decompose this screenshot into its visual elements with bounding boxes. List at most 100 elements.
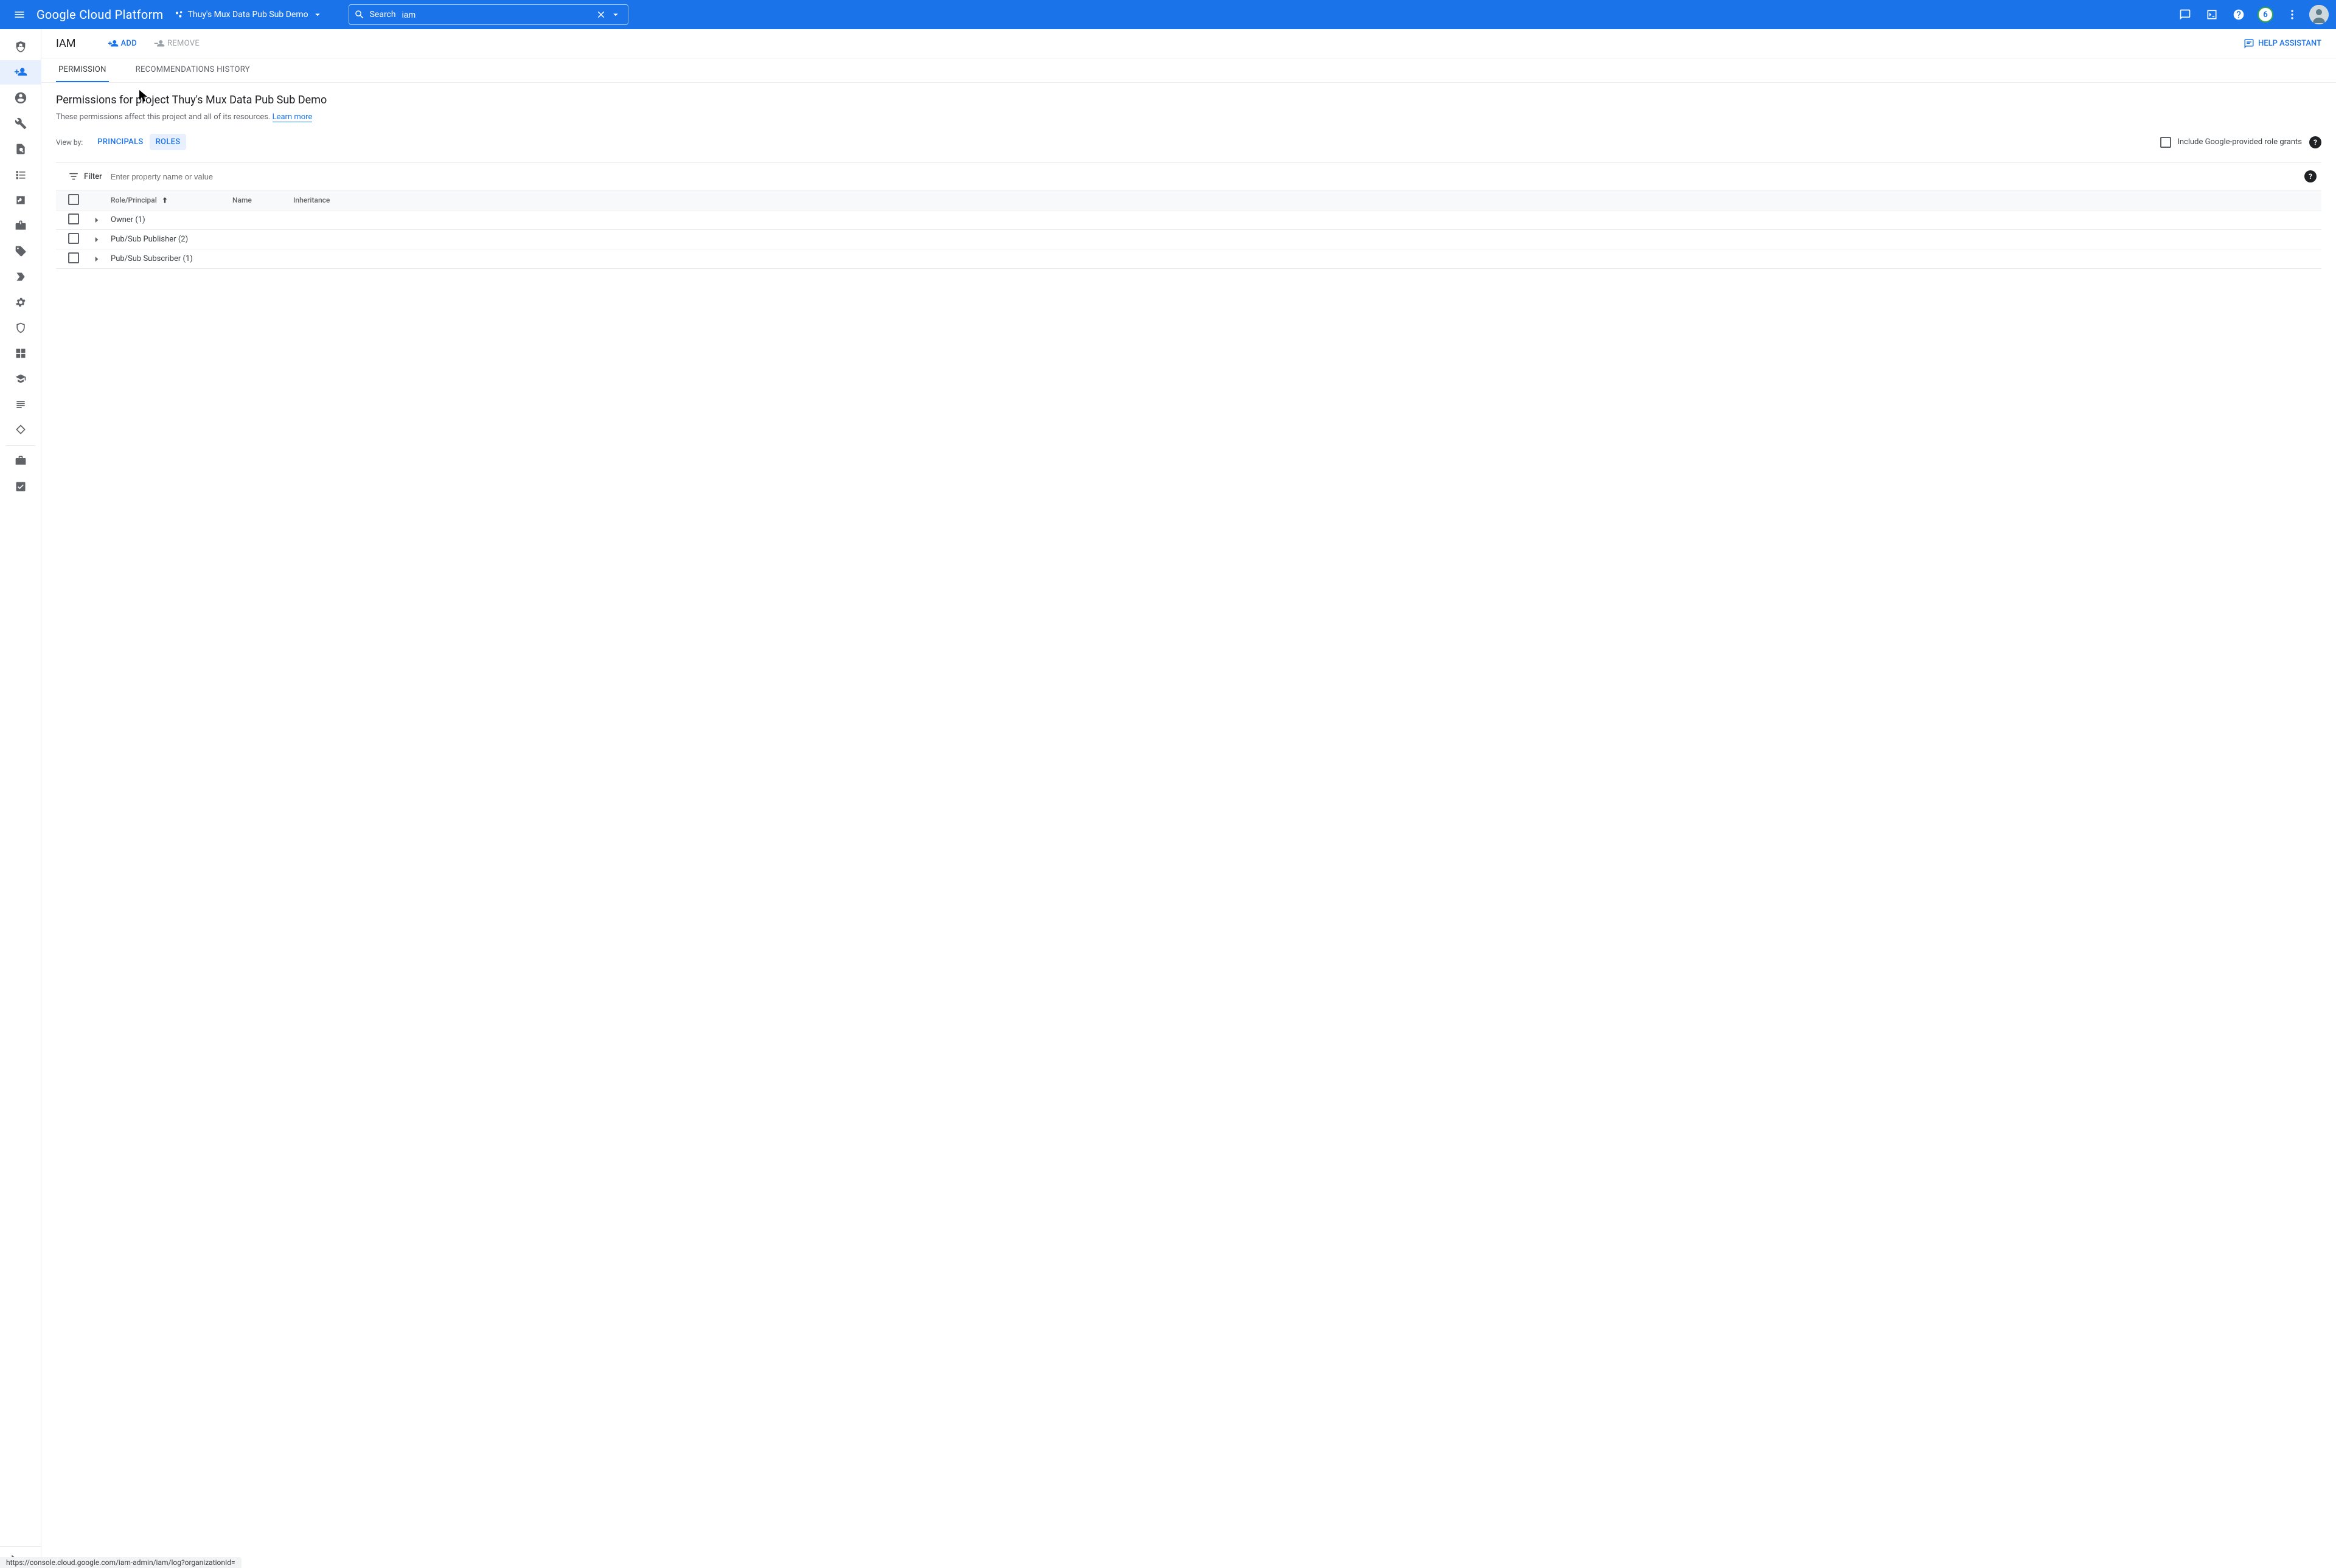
sort-asc-icon: [161, 196, 169, 204]
permissions-heading: Permissions for project Thuy's Mux Data …: [56, 94, 2321, 106]
content-area: Permissions for project Thuy's Mux Data …: [41, 83, 2336, 1568]
person-add-icon: [14, 66, 27, 79]
remove-label: REMOVE: [167, 39, 200, 48]
search-box[interactable]: Search: [349, 4, 628, 25]
tab-permission[interactable]: PERMISSION: [56, 58, 109, 82]
chat-button[interactable]: [2173, 2, 2197, 27]
briefcase-icon: [15, 455, 27, 467]
filter-label: Filter: [84, 172, 102, 181]
hamburger-icon: [13, 9, 26, 21]
nav-privacy[interactable]: [6, 316, 35, 340]
nav-groups[interactable]: [6, 449, 35, 473]
terminal-icon: [2206, 9, 2218, 21]
add-label: ADD: [121, 39, 137, 48]
include-google-checkbox[interactable]: Include Google-provided role grants: [2160, 137, 2302, 148]
select-all-checkbox[interactable]: [68, 194, 79, 205]
chat-help-icon: [2244, 38, 2254, 49]
project-icon: [175, 10, 184, 19]
filter-input[interactable]: [111, 172, 2304, 181]
list-icon: [15, 168, 27, 181]
tab-recommendations-history[interactable]: RECOMMENDATIONS HISTORY: [133, 58, 252, 82]
nav-settings[interactable]: [6, 290, 35, 314]
wrench-icon: [15, 117, 27, 130]
more-vert-icon: [2286, 9, 2298, 21]
filter-help-button[interactable]: ?: [2304, 170, 2317, 182]
search-icon: [354, 9, 365, 20]
notifications-button[interactable]: 6: [2253, 2, 2278, 27]
status-bar-url: https://console.cloud.google.com/iam-adm…: [0, 1557, 242, 1568]
product-logo[interactable]: Google Cloud Platform: [36, 7, 164, 22]
shield-icon: [15, 322, 27, 334]
help-button[interactable]: [2226, 2, 2251, 27]
search-dropdown-button[interactable]: [608, 7, 623, 22]
menu-button[interactable]: [5, 0, 34, 29]
row-checkbox[interactable]: [68, 252, 79, 263]
help-assistant-button[interactable]: HELP ASSISTANT: [2244, 38, 2321, 49]
nav-quotas[interactable]: [6, 474, 35, 499]
nav-policy-troubleshooter[interactable]: [6, 111, 35, 136]
role-label: Pub/Sub Publisher (2): [111, 235, 2321, 244]
page-title: IAM: [56, 37, 76, 50]
chevron-right-icon: [92, 235, 101, 244]
include-google-help-button[interactable]: ?: [2309, 136, 2321, 148]
nav-iam-admin[interactable]: [6, 35, 35, 59]
more-button[interactable]: [2280, 2, 2304, 27]
role-label: Owner (1): [111, 215, 2321, 224]
nav-tags[interactable]: [6, 265, 35, 289]
add-button[interactable]: ADD: [103, 33, 142, 55]
nav-labels[interactable]: [6, 239, 35, 263]
expand-row-button[interactable]: [92, 216, 111, 224]
side-nav: [0, 29, 41, 1568]
permissions-description: These permissions affect this project an…: [56, 113, 2321, 122]
nav-audit-logs[interactable]: [6, 392, 35, 417]
close-icon: [596, 9, 607, 20]
notification-count: 6: [2258, 7, 2273, 23]
avatar: [2309, 5, 2329, 24]
diamond-icon: [15, 424, 27, 436]
nav-essential-contacts[interactable]: [6, 418, 35, 442]
nav-workload-identity[interactable]: [6, 213, 35, 238]
col-inheritance[interactable]: Inheritance: [293, 196, 366, 204]
nav-iap[interactable]: [6, 341, 35, 366]
learn-more-link[interactable]: Learn more: [273, 113, 313, 122]
key-box-icon: [15, 194, 27, 206]
nav-service-accounts[interactable]: [6, 188, 35, 212]
col-role-principal[interactable]: Role/Principal: [111, 196, 232, 204]
table-row: Pub/Sub Publisher (2): [56, 230, 2321, 249]
badge-icon: [15, 220, 27, 232]
view-by-label: View by:: [56, 138, 83, 147]
chevron-right-icon: [92, 255, 101, 263]
account-button[interactable]: [2307, 2, 2331, 27]
chevron-right-icon: [92, 216, 101, 224]
filter-row: Filter ?: [56, 163, 2321, 190]
remove-button[interactable]: REMOVE: [149, 33, 204, 55]
chat-icon: [2179, 9, 2191, 21]
action-bar: IAM ADD REMOVE HELP ASSISTANT: [41, 29, 2336, 58]
person-circle-icon: [14, 91, 27, 105]
col-name[interactable]: Name: [232, 196, 293, 204]
checklist-icon: [15, 480, 27, 493]
logs-icon: [15, 398, 27, 411]
nav-policy-analyzer[interactable]: [6, 137, 35, 161]
checkbox-icon: [2160, 137, 2171, 148]
chevron-down-icon: [610, 9, 621, 20]
project-selector[interactable]: Thuy's Mux Data Pub Sub Demo: [175, 9, 323, 20]
row-checkbox[interactable]: [68, 233, 79, 244]
grid-expand-icon: [15, 347, 27, 359]
table-row: Pub/Sub Subscriber (1): [56, 249, 2321, 269]
view-principals-toggle[interactable]: PRINCIPALS: [91, 134, 149, 150]
search-input[interactable]: [402, 10, 594, 19]
nav-identity[interactable]: [6, 86, 35, 110]
table-header: Role/Principal Name Inheritance: [56, 190, 2321, 210]
search-clear-button[interactable]: [594, 7, 608, 22]
nav-iam[interactable]: [0, 60, 41, 85]
row-checkbox[interactable]: [68, 213, 79, 224]
cloud-shell-button[interactable]: [2200, 2, 2224, 27]
view-roles-toggle[interactable]: ROLES: [150, 134, 187, 150]
nav-org-policies[interactable]: [6, 162, 35, 187]
expand-row-button[interactable]: [92, 235, 111, 244]
expand-row-button[interactable]: [92, 255, 111, 263]
project-name: Thuy's Mux Data Pub Sub Demo: [188, 10, 308, 19]
nav-roles[interactable]: [6, 367, 35, 391]
help-label: HELP ASSISTANT: [2258, 39, 2321, 48]
